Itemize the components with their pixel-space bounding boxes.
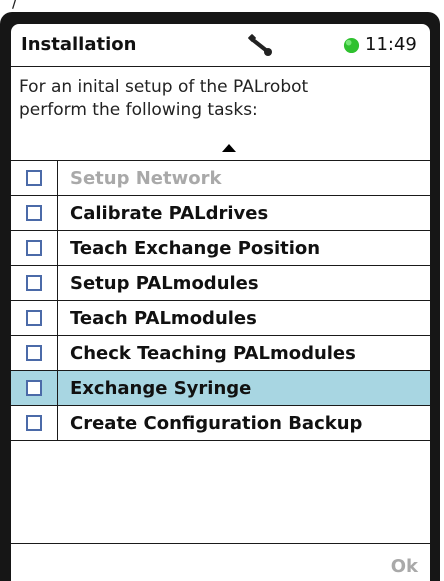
checkbox-cell	[11, 406, 58, 440]
task-checkbox[interactable]	[26, 205, 42, 221]
checkbox-cell	[11, 371, 58, 405]
task-row-teach-palmodules[interactable]: Teach PALmodules	[11, 300, 430, 335]
checkbox-cell	[11, 266, 58, 300]
task-checkbox[interactable]	[26, 170, 42, 186]
decorative-mark: /	[12, 0, 18, 11]
task-row-setup-network[interactable]: Setup Network	[11, 160, 430, 195]
task-checkbox[interactable]	[26, 275, 42, 291]
intro-line-2: perform the following tasks:	[19, 100, 258, 120]
device-frame: Installation 11:49 For an inital setup o…	[0, 12, 440, 581]
task-label: Setup PALmodules	[70, 273, 259, 294]
task-label: Calibrate PALdrives	[70, 203, 269, 224]
status-led-icon	[343, 37, 360, 54]
task-row-exchange-syringe[interactable]: Exchange Syringe	[11, 370, 430, 405]
task-row-setup-palmodules[interactable]: Setup PALmodules	[11, 265, 430, 300]
task-checkbox[interactable]	[26, 345, 42, 361]
task-checkbox[interactable]	[26, 380, 42, 396]
task-checkbox[interactable]	[26, 240, 42, 256]
footer-bar: Ok	[11, 543, 430, 581]
checkbox-cell	[11, 196, 58, 230]
wrench-icon	[248, 34, 272, 56]
task-label: Teach PALmodules	[70, 308, 257, 329]
task-label: Check Teaching PALmodules	[70, 343, 356, 364]
task-row-teach-exchange-position[interactable]: Teach Exchange Position	[11, 230, 430, 265]
task-row-create-configuration-backup[interactable]: Create Configuration Backup	[11, 405, 430, 441]
screen: Installation 11:49 For an inital setup o…	[11, 24, 430, 581]
clock-time: 11:49	[365, 34, 417, 55]
intro-text: For an inital setup of the PALrobot perf…	[19, 76, 419, 122]
task-checkbox[interactable]	[26, 415, 42, 431]
task-row-calibrate-paldrives[interactable]: Calibrate PALdrives	[11, 195, 430, 230]
checkbox-cell	[11, 231, 58, 265]
ok-button[interactable]: Ok	[391, 556, 418, 577]
checkbox-cell	[11, 161, 58, 195]
checkbox-cell	[11, 301, 58, 335]
header-bar: Installation 11:49	[11, 24, 430, 67]
intro-line-1: For an inital setup of the PALrobot	[19, 77, 309, 97]
task-row-check-teaching-palmodules[interactable]: Check Teaching PALmodules	[11, 335, 430, 370]
task-label: Teach Exchange Position	[70, 238, 321, 259]
task-label: Setup Network	[70, 168, 222, 189]
task-label: Exchange Syringe	[70, 378, 252, 399]
task-label: Create Configuration Backup	[70, 413, 363, 434]
stage: / Installation 11:49 For an inital setup…	[0, 0, 444, 581]
task-checkbox[interactable]	[26, 310, 42, 326]
checkbox-cell	[11, 336, 58, 370]
page-title: Installation	[21, 34, 137, 55]
scroll-up-icon[interactable]	[222, 144, 236, 152]
task-list: Setup Network Calibrate PALdrives Teach …	[11, 160, 430, 441]
